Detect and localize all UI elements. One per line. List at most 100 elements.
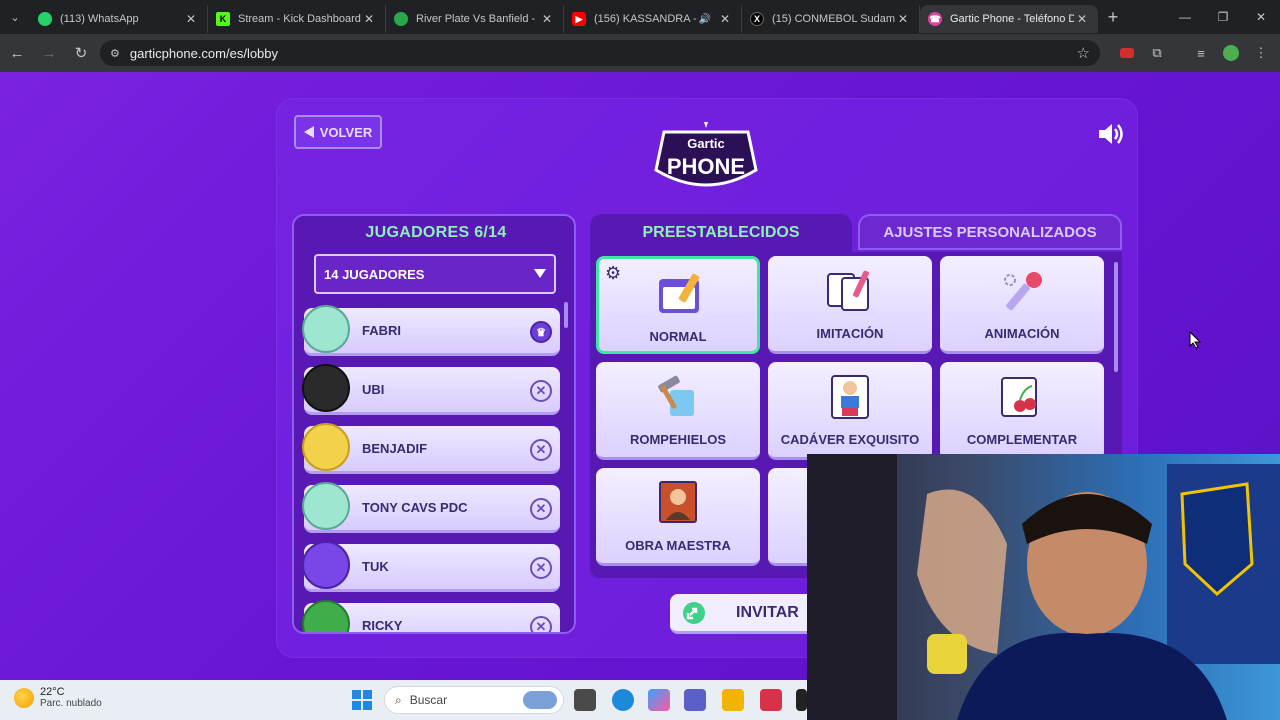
browser-menu-icon[interactable]: ⋮ [1252,44,1270,62]
search-placeholder: Buscar [409,693,448,707]
preset-label: COMPLEMENTAR [966,432,1078,447]
audio-playing-icon[interactable]: 🔊 [699,14,711,25]
back-button[interactable]: VOLVER [294,115,382,149]
logo-bottom-text: PHONE [667,154,745,179]
app-icon[interactable] [796,689,807,711]
kick-player-button[interactable]: ✕ [530,616,552,632]
address-bar[interactable]: ⚙ garticphone.com/es/lobby ☆ [100,40,1100,66]
preset-card-normal[interactable]: ⚙ NORMAL [596,256,760,354]
teams-icon[interactable] [684,689,706,711]
media-control-icon[interactable]: ≡ [1192,44,1210,62]
browser-tab-whatsapp[interactable]: (113) WhatsApp ✕ [30,5,208,33]
players-title: JUGADORES 6/14 [365,224,507,241]
player-avatar [302,305,350,353]
minimize-icon[interactable]: — [1166,0,1204,34]
close-tab-icon[interactable]: ✕ [183,12,199,26]
gartic-phone-icon: ☎ [928,12,942,26]
tab-title: Gartic Phone - Teléfono De [950,13,1074,25]
logo-top-text: Gartic [687,136,725,151]
reload-icon[interactable]: ↻ [66,38,96,68]
preset-card-masterpiece[interactable]: OBRA MAESTRA [596,468,760,566]
file-explorer-icon[interactable] [722,689,744,711]
player-name: UBI [362,382,385,397]
extensions-puzzle-icon[interactable]: ⧉ [1148,44,1166,62]
soccer-icon [394,12,408,26]
edge-icon[interactable] [612,689,634,711]
close-tab-icon[interactable]: ✕ [1074,12,1090,26]
webcam-overlay [807,454,1280,720]
weather-widget[interactable]: 22°C Parc. nublado [14,686,102,709]
taskbar-search[interactable]: ⌕ Buscar [384,686,564,714]
preset-card-icebreaker[interactable]: ROMPEHIELOS [596,362,760,460]
close-tab-icon[interactable]: ✕ [361,12,377,26]
player-name: FABRI [362,323,401,338]
mouse-cursor-icon [1189,331,1201,349]
preset-label: NORMAL [649,329,707,344]
browser-tab-river-plate[interactable]: River Plate Vs Banfield - Re ✕ [386,5,564,33]
link-icon [683,601,705,624]
site-info-icon[interactable]: ⚙ [110,47,120,60]
player-row: UBI ✕ [302,364,560,415]
players-scrollbar[interactable] [564,302,568,328]
speaker-icon[interactable] [1096,120,1124,148]
player-name: RICKY [362,618,403,633]
preset-scrollbar[interactable] [1114,262,1118,372]
profile-avatar[interactable] [1222,44,1240,62]
kick-player-button[interactable]: ✕ [530,380,552,402]
windows-start-icon[interactable] [352,690,372,710]
exquisite-corpse-icon [831,375,869,419]
task-view-icon[interactable] [574,689,596,711]
host-crown-icon: ♛ [530,321,552,343]
tab-title: Stream - Kick Dashboard [238,13,361,25]
forward-arrow-icon[interactable]: → [34,38,64,68]
kick-player-button[interactable]: ✕ [530,439,552,461]
back-button-label: VOLVER [319,124,373,140]
new-tab-icon[interactable]: + [1098,7,1128,28]
invite-label: INVITAR [736,603,799,621]
restore-icon[interactable]: ❐ [1204,0,1242,34]
close-window-icon[interactable]: ✕ [1242,0,1280,34]
bookmark-star-icon[interactable]: ☆ [1077,44,1090,62]
dropdown-arrow-icon [534,269,546,278]
player-name: TUK [362,559,389,574]
kick-player-button[interactable]: ✕ [530,557,552,579]
max-players-value: 14 JUGADORES [324,266,425,282]
tab-custom-settings[interactable]: AJUSTES PERSONALIZADOS [858,214,1122,250]
window-controls: — ❐ ✕ [1166,0,1280,34]
browser-tab-youtube[interactable]: ▶ (156) KASSANDRA - Cu 🔊 ✕ [564,5,742,33]
tab-presets[interactable]: PREESTABLECIDOS [590,214,852,252]
player-avatar [302,541,350,589]
close-tab-icon[interactable]: ✕ [539,12,555,26]
youtube-icon: ▶ [572,12,586,26]
player-row: RICKY ✕ [302,600,560,633]
copilot-icon[interactable] [648,689,670,711]
store-icon[interactable] [760,689,782,711]
tab-title: (156) KASSANDRA - Cu [594,13,699,25]
back-arrow-icon[interactable]: ← [2,38,32,68]
record-extension-icon[interactable] [1118,44,1136,62]
animation-pencil-icon [1004,272,1042,311]
tab-title: River Plate Vs Banfield - Re [416,13,539,25]
preset-label: ROMPEHIELOS [629,432,727,447]
preset-card-complement[interactable]: COMPLEMENTAR [940,362,1104,460]
url-text: garticphone.com/es/lobby [129,45,279,61]
tab-search-chevron-icon[interactable]: ⌄ [0,0,30,34]
kick-player-button[interactable]: ✕ [530,498,552,520]
preset-card-animation[interactable]: ANIMACIÓN [940,256,1104,354]
mona-lisa-icon [659,481,697,523]
browser-tab-gartic-phone[interactable]: ☎ Gartic Phone - Teléfono De ✕ [920,5,1098,33]
player-avatar [302,482,350,530]
tab-title: (113) WhatsApp [60,13,139,25]
player-name: BENJADIF [362,441,428,456]
player-row: BENJADIF ✕ [302,423,560,474]
preset-card-exquisite-corpse[interactable]: CADÁVER EXQUISITO [768,362,932,460]
close-tab-icon[interactable]: ✕ [895,12,911,26]
cherry-puzzle-icon [1001,377,1037,417]
streamer-webcam-image [807,454,1280,720]
browser-tab-x[interactable]: X (15) CONMEBOL Sudamer ✕ [742,5,920,33]
preset-card-imitation[interactable]: IMITACIÓN [768,256,932,354]
close-tab-icon[interactable]: ✕ [717,12,733,26]
gear-icon[interactable]: ⚙ [605,263,621,284]
browser-tab-kick[interactable]: K Stream - Kick Dashboard ✕ [208,5,386,33]
max-players-select[interactable]: 14 JUGADORES [314,254,556,294]
